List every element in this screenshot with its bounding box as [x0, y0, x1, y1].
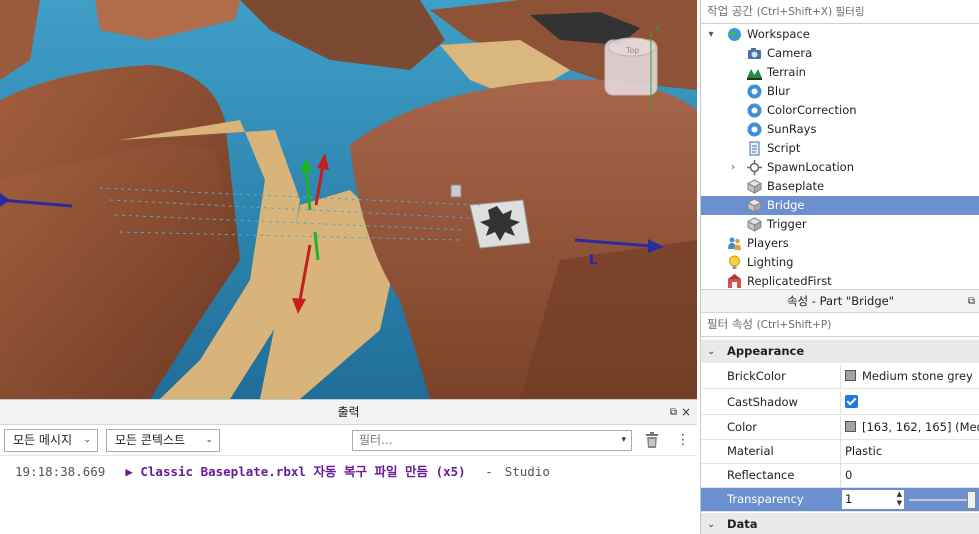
color-swatch[interactable]	[845, 421, 856, 432]
collapse-chevron-icon[interactable]: ⌄	[707, 513, 715, 534]
small-part	[450, 184, 462, 198]
properties-titlebar: 속성 - Part "Bridge" ⧉	[701, 289, 979, 313]
expand-chevron-icon[interactable]: ›	[727, 158, 739, 177]
collapse-chevron-icon[interactable]: ⌄	[707, 340, 715, 363]
local-space-label: L	[589, 253, 597, 268]
scene-render: L Top Y	[0, 0, 697, 399]
players-icon	[728, 237, 741, 250]
svg-text:Top: Top	[625, 46, 640, 55]
trash-icon[interactable]	[644, 431, 660, 449]
property-material[interactable]: Material Plastic	[701, 440, 979, 464]
tree-item-blur[interactable]: Blur	[701, 82, 979, 101]
castshadow-checkbox[interactable]	[845, 395, 858, 408]
close-icon[interactable]: ×	[681, 400, 691, 425]
output-search-input[interactable]: 필터... ▾	[352, 430, 632, 451]
log-message: Classic Baseplate.rbxl 자동 복구 파일 만듬 (x5)	[140, 464, 466, 479]
camera-icon	[748, 48, 761, 59]
tree-item-colorcorrection[interactable]: ColorCorrection	[701, 101, 979, 120]
post-effect-icon	[747, 84, 762, 99]
properties-filter-input[interactable]: 필터 속성 (Ctrl+Shift+P)	[701, 313, 979, 337]
part-icon	[747, 179, 762, 194]
color-swatch[interactable]	[845, 370, 856, 381]
message-filter-dropdown[interactable]: 모든 메시지 ⌄	[4, 429, 98, 452]
tree-item-spawnlocation[interactable]: › SpawnLocation	[701, 158, 979, 177]
3d-viewport[interactable]: L Top Y	[0, 0, 697, 399]
output-toolbar: 모든 메시지 ⌄ 모든 콘텍스트 ⌄ 필터... ▾ ⋮	[0, 425, 697, 456]
tree-item-replicatedfirst[interactable]: ReplicatedFirst	[701, 272, 979, 288]
dock-icon[interactable]: ⧉	[670, 400, 677, 425]
lightbulb-icon	[729, 255, 740, 269]
output-log: 19:18:38.669 ▶ Classic Baseplate.rbxl 자동 …	[0, 458, 697, 534]
post-effect-icon	[747, 103, 762, 118]
property-reflectance[interactable]: Reflectance 0	[701, 464, 979, 488]
spawn-location-icon	[747, 160, 762, 175]
context-filter-dropdown[interactable]: 모든 콘텍스트 ⌄	[106, 429, 220, 452]
workspace-globe-icon	[728, 28, 741, 41]
chevron-down-icon: ⌄	[83, 435, 91, 445]
log-timestamp: 19:18:38.669	[15, 464, 106, 479]
terrain-icon	[747, 69, 762, 80]
property-transparency[interactable]: Transparency 1 ▲ ▼	[701, 488, 979, 512]
tree-item-players[interactable]: Players	[701, 234, 979, 253]
expand-arrow-icon[interactable]: ▶	[125, 464, 140, 479]
tree-item-bridge[interactable]: Bridge	[701, 196, 979, 215]
post-effect-icon	[747, 122, 762, 137]
dock-icon[interactable]: ⧉	[968, 290, 975, 313]
transparency-slider-thumb[interactable]	[967, 491, 976, 509]
property-brickcolor[interactable]: BrickColor Medium stone grey	[701, 365, 979, 389]
transparency-input[interactable]: 1 ▲ ▼	[841, 489, 905, 510]
properties-title: 속성 - Part "Bridge"	[786, 294, 895, 308]
log-entry: 19:18:38.669 ▶ Classic Baseplate.rbxl 자동 …	[15, 461, 682, 480]
tree-item-sunrays[interactable]: SunRays	[701, 120, 979, 139]
category-appearance[interactable]: ⌄ Appearance	[701, 340, 979, 363]
replicated-first-icon	[728, 274, 741, 288]
transparency-slider-track[interactable]	[909, 499, 971, 501]
tree-item-baseplate[interactable]: Baseplate	[701, 177, 979, 196]
more-options-icon[interactable]: ⋮	[676, 430, 690, 450]
tree-item-camera[interactable]: Camera	[701, 44, 979, 63]
category-data[interactable]: ⌄ Data	[701, 513, 979, 534]
log-separator: -	[485, 464, 493, 479]
explorer-filter-input[interactable]: 작업 공간 (Ctrl+Shift+X) 필터링	[701, 0, 979, 24]
collapse-chevron-icon[interactable]: ▾	[705, 25, 717, 44]
part-icon	[747, 217, 762, 232]
property-castshadow[interactable]: CastShadow	[701, 391, 979, 415]
output-titlebar: 출력 ⧉ ×	[0, 400, 697, 425]
dropdown-arrow-icon[interactable]: ▾	[621, 431, 626, 450]
right-dock: 작업 공간 (Ctrl+Shift+X) 필터링 ▾ Workspace Cam…	[700, 0, 979, 534]
script-icon	[749, 141, 760, 156]
output-title: 출력	[337, 405, 360, 419]
tree-item-trigger[interactable]: Trigger	[701, 215, 979, 234]
output-panel: 출력 ⧉ × 모든 메시지 ⌄ 모든 콘텍스트 ⌄ 필터... ▾ ⋮ 19:1…	[0, 399, 697, 534]
tree-item-script[interactable]: Script	[701, 139, 979, 158]
y-axis-label: Y	[654, 25, 661, 35]
tree-item-terrain[interactable]: Terrain	[701, 63, 979, 82]
tree-item-workspace[interactable]: ▾ Workspace	[701, 25, 979, 44]
tree-item-lighting[interactable]: Lighting	[701, 253, 979, 272]
chevron-down-icon: ⌄	[205, 435, 213, 445]
explorer-tree: ▾ Workspace Camera Terrain Blur ColorCor…	[701, 24, 979, 288]
part-icon	[747, 198, 762, 213]
log-source: Studio	[504, 464, 550, 479]
property-color[interactable]: Color [163, 162, 165] (Med...	[701, 416, 979, 440]
spinner-arrows-icon[interactable]: ▲ ▼	[897, 490, 902, 508]
